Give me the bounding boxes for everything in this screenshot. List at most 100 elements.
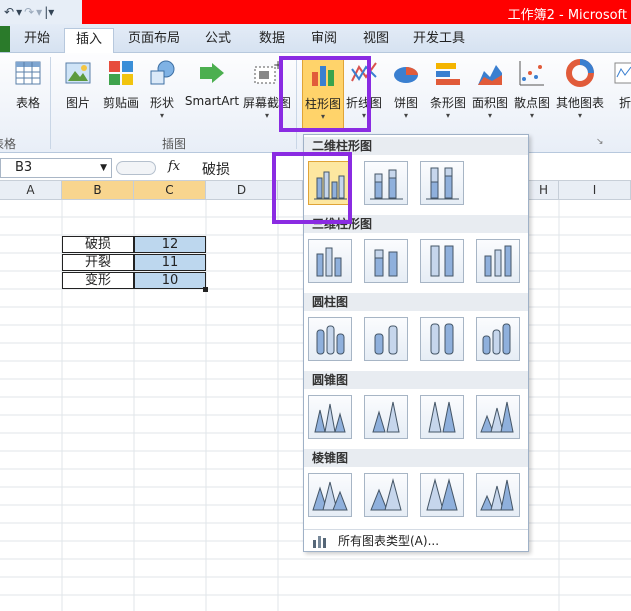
3d-clustered-column-icon — [316, 247, 342, 277]
cone-icon — [372, 401, 400, 433]
cone-icon — [314, 403, 346, 433]
clipart-icon — [109, 61, 133, 85]
formula-input[interactable]: 破损 — [202, 159, 230, 179]
column-header-b[interactable]: B — [62, 181, 134, 200]
other-charts-label: 其他图表 — [555, 96, 604, 110]
quick-access-toolbar: ↶ ▾ ↷ ▾ |▾ — [0, 0, 82, 24]
cell-b4[interactable]: 变形 — [62, 272, 134, 289]
other-charts-button[interactable]: 其他图表 ▾ — [554, 57, 606, 121]
table-button[interactable]: 表格 — [2, 57, 54, 119]
area-chart-button[interactable]: 面积图 ▾ — [470, 57, 510, 121]
bar-chart-button[interactable]: 条形图 ▾ — [428, 57, 468, 121]
shapes-dropdown-icon[interactable]: ▾ — [136, 111, 188, 121]
stacked-pyramid-option[interactable] — [364, 473, 408, 517]
tab-insert[interactable]: 插入 — [64, 28, 114, 54]
percent-stacked-cylinder-option[interactable] — [420, 317, 464, 361]
area-chart-dropdown-icon[interactable]: ▾ — [470, 111, 510, 121]
sparkline-button[interactable]: 折 — [610, 57, 631, 119]
undo-icon[interactable]: ↶ — [4, 5, 14, 19]
tab-view[interactable]: 视图 — [354, 28, 398, 53]
percent-stacked-pyramid-option[interactable] — [420, 473, 464, 517]
chart-dialog-launcher-icon[interactable]: ↘ — [596, 137, 604, 147]
insert-function-icon[interactable]: fx — [168, 159, 180, 174]
column-header-i[interactable]: I — [559, 181, 631, 200]
shapes-label: 形状 — [149, 96, 174, 110]
stacked-cylinder-option[interactable] — [364, 317, 408, 361]
redo-icon[interactable]: ↷ — [24, 5, 34, 19]
area-chart-label: 面积图 — [471, 96, 508, 110]
group-separator — [50, 57, 51, 149]
column-header-c[interactable]: C — [134, 181, 206, 200]
percent-stacked-cone-option[interactable] — [420, 395, 464, 439]
3d-clustered-column-option[interactable] — [308, 239, 352, 283]
tab-formulas[interactable]: 公式 — [196, 28, 240, 53]
column-header-d[interactable]: D — [206, 181, 278, 200]
cell-c4[interactable]: 10 — [134, 272, 206, 289]
sparkline-label: 折 — [618, 96, 631, 110]
pie-chart-icon — [394, 67, 418, 83]
3d-pyramid-option[interactable] — [476, 473, 520, 517]
3d-column-option[interactable] — [476, 239, 520, 283]
3d-cylinder-option[interactable] — [476, 317, 520, 361]
sparkline-icon — [614, 62, 631, 84]
scatter-chart-dropdown-icon[interactable]: ▾ — [512, 111, 552, 121]
clustered-pyramid-option[interactable] — [308, 473, 352, 517]
cell-c3[interactable]: 11 — [134, 254, 206, 271]
stacked-cone-option[interactable] — [364, 395, 408, 439]
column-header-a[interactable]: A — [0, 181, 62, 200]
3d-percent-stacked-column-option[interactable] — [420, 239, 464, 283]
cylinder-icon — [374, 325, 398, 355]
pyramid-icon — [480, 479, 514, 511]
cell-c2[interactable]: 12 — [134, 236, 206, 253]
smartart-button[interactable]: SmartArt — [184, 57, 240, 119]
customize-qat-icon[interactable]: |▾ — [44, 5, 54, 19]
clustered-cylinder-option[interactable] — [308, 317, 352, 361]
clustered-cone-option[interactable] — [308, 395, 352, 439]
all-chart-types-button[interactable]: 所有图表类型(A)... — [304, 529, 528, 551]
gallery-section-pyramid: 棱锥图 — [304, 449, 528, 467]
3d-percent-stacked-column-icon — [430, 245, 454, 277]
scatter-chart-icon — [519, 61, 544, 86]
file-tab[interactable] — [0, 26, 10, 52]
stacked-column-option[interactable] — [364, 161, 408, 205]
cylinder-icon — [430, 323, 454, 355]
pie-chart-label: 饼图 — [393, 96, 418, 110]
smartart-icon — [200, 63, 224, 83]
scatter-chart-button[interactable]: 散点图 ▾ — [512, 57, 552, 121]
window-title: 工作簿2 - Microsoft — [507, 8, 627, 23]
pyramid-icon — [426, 478, 458, 511]
tab-data[interactable]: 数据 — [250, 28, 294, 53]
cell-b3[interactable]: 开裂 — [62, 254, 134, 271]
percent-stacked-column-option[interactable] — [420, 161, 464, 205]
column-header-h[interactable]: H — [529, 181, 559, 200]
table-button-label: 表格 — [15, 96, 40, 110]
undo-dropdown-icon[interactable]: ▾ — [16, 5, 22, 19]
tab-review[interactable]: 审阅 — [302, 28, 346, 53]
bar-chart-label: 条形图 — [429, 96, 466, 110]
3d-stacked-column-option[interactable] — [364, 239, 408, 283]
bar-chart-dropdown-icon[interactable]: ▾ — [428, 111, 468, 121]
all-chart-types-label: 所有图表类型(A)... — [338, 534, 440, 548]
stacked-column-icon — [370, 169, 403, 200]
name-box-dropdown-icon[interactable]: ▼ — [100, 159, 107, 177]
other-charts-icon — [566, 59, 594, 87]
pyramid-icon — [370, 478, 402, 511]
shapes-button[interactable]: 形状 ▾ — [136, 57, 188, 121]
table-icon — [15, 61, 41, 85]
tab-page-layout[interactable]: 页面布局 — [122, 28, 186, 53]
tab-home[interactable]: 开始 — [14, 28, 60, 53]
pie-chart-dropdown-icon[interactable]: ▾ — [386, 111, 426, 121]
other-charts-dropdown-icon[interactable]: ▾ — [554, 111, 606, 121]
tab-developer[interactable]: 开发工具 — [408, 28, 470, 53]
name-box[interactable]: B3 ▼ — [0, 158, 112, 178]
ribbon-tabs: 开始 插入 页面布局 公式 数据 审阅 视图 开发工具 — [0, 24, 631, 54]
3d-cone-option[interactable] — [476, 395, 520, 439]
gallery-section-cylinder: 圆柱图 — [304, 293, 528, 311]
redo-dropdown-icon[interactable]: ▾ — [36, 5, 42, 19]
smartart-label: SmartArt — [184, 94, 240, 108]
pie-chart-button[interactable]: 饼图 ▾ — [386, 57, 426, 121]
cell-b2[interactable]: 破损 — [62, 236, 134, 253]
fill-handle[interactable] — [203, 287, 208, 292]
formula-bar-expand-handle[interactable] — [116, 161, 156, 175]
area-chart-icon — [478, 65, 502, 85]
